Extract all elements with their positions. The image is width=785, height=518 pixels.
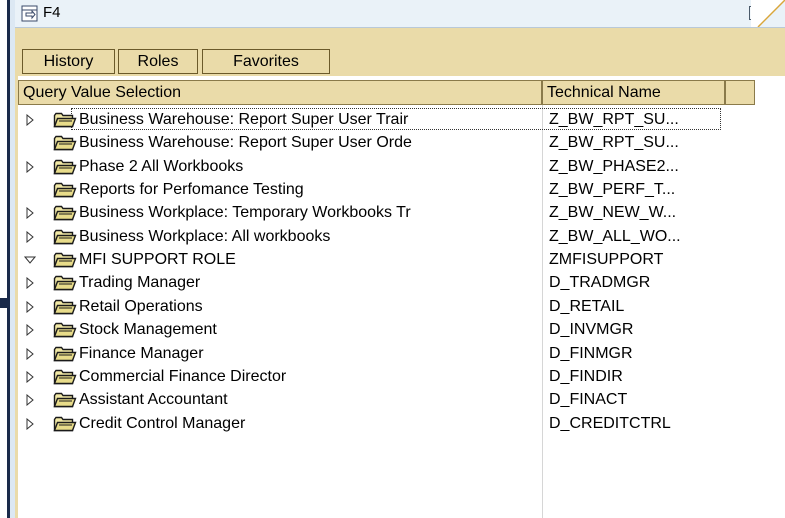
tree-row-technical-name: D_FINDIR xyxy=(549,367,623,385)
tree-row[interactable]: Phase 2 All Workbooks Z_BW_PHASE2... xyxy=(18,154,725,179)
tree-row-label[interactable]: Stock Management xyxy=(79,320,541,340)
tree-row-label[interactable]: Business Workplace: Temporary Workbooks … xyxy=(79,203,541,223)
tree-row-technical-name: D_FINACT xyxy=(549,391,628,409)
left-border-notch xyxy=(0,298,7,308)
tab-favorites[interactable]: Favorites xyxy=(202,49,330,74)
folder-icon xyxy=(53,134,77,151)
left-edge xyxy=(0,0,7,518)
tree-row-label[interactable]: Trading Manager xyxy=(79,273,541,293)
tree-row-label[interactable]: Credit Control Manager xyxy=(79,414,541,434)
tab-strip: History Roles Favorites xyxy=(18,41,785,76)
triangle-right-icon xyxy=(26,207,34,220)
tab-history[interactable]: History xyxy=(22,49,115,74)
triangle-down-icon xyxy=(23,256,37,264)
dialog-title-bar: F4 xyxy=(15,0,785,28)
expand-node-button[interactable] xyxy=(24,417,36,430)
tree-row-label[interactable]: Reports for Perfomance Testing xyxy=(79,180,541,200)
tree-row[interactable]: Retail Operations D_RETAIL xyxy=(18,294,725,319)
triangle-right-icon xyxy=(26,230,34,243)
triangle-right-icon xyxy=(26,347,34,360)
folder-icon xyxy=(53,251,77,268)
f4-help-icon xyxy=(21,5,38,22)
tree-row-label[interactable]: MFI SUPPORT ROLE xyxy=(79,250,541,270)
tree-row-technical-name: D_INVMGR xyxy=(549,321,634,339)
tree-row-label[interactable]: Retail Operations xyxy=(79,297,541,317)
tree-row-technical-name: Z_BW_RPT_SU... xyxy=(549,134,679,152)
tree-row-technical-name: D_FINMGR xyxy=(549,344,633,362)
triangle-right-icon xyxy=(26,277,34,290)
dialog-title: F4 xyxy=(43,4,61,21)
tree-row[interactable]: MFI SUPPORT ROLE ZMFISUPPORT xyxy=(18,247,725,272)
tree-row[interactable]: Assistant Accountant D_FINACT xyxy=(18,387,725,412)
expand-node-button[interactable] xyxy=(24,370,36,383)
expand-node-button[interactable] xyxy=(24,230,36,243)
folder-icon xyxy=(53,111,77,128)
table-header: Query Value Selection Technical Name xyxy=(18,80,762,105)
column-header-query-value-selection[interactable]: Query Value Selection xyxy=(18,80,542,105)
role-tree: Business Warehouse: Report Super User Tr… xyxy=(18,105,725,518)
tree-row-technical-name: D_CREDITCTRL xyxy=(549,414,671,432)
folder-icon xyxy=(53,391,77,408)
tree-row[interactable]: Stock Management D_INVMGR xyxy=(18,317,725,342)
folder-icon xyxy=(53,158,77,175)
collapse-node-button[interactable] xyxy=(23,253,37,265)
column-header-spacer xyxy=(725,80,755,105)
folder-icon xyxy=(53,228,77,245)
expand-node-button[interactable] xyxy=(24,393,36,407)
folder-icon xyxy=(53,415,77,432)
triangle-right-icon xyxy=(26,300,34,313)
triangle-right-icon xyxy=(26,394,34,407)
triangle-right-icon xyxy=(26,370,34,383)
tree-row-technical-name: Z_BW_ALL_WO... xyxy=(549,227,681,245)
expand-node-button[interactable] xyxy=(24,160,36,173)
tree-row[interactable]: Business Warehouse: Report Super User Tr… xyxy=(18,107,725,132)
column-header-technical-name[interactable]: Technical Name xyxy=(542,80,725,105)
expand-node-button[interactable] xyxy=(24,300,36,313)
tree-row-label[interactable]: Business Workplace: All workbooks xyxy=(79,227,541,247)
expand-node-button[interactable] xyxy=(24,323,36,337)
tree-row[interactable]: Business Workplace: Temporary Workbooks … xyxy=(18,200,725,225)
folder-icon xyxy=(53,181,77,198)
tree-row-technical-name: Z_BW_RPT_SU... xyxy=(549,111,679,128)
tree-row-label[interactable]: Business Warehouse: Report Super User Or… xyxy=(79,133,541,153)
triangle-right-icon xyxy=(26,324,34,337)
dialog-frame-top xyxy=(15,28,785,41)
tree-row-technical-name: Z_BW_NEW_W... xyxy=(549,204,677,222)
triangle-right-icon xyxy=(26,417,34,430)
folder-icon xyxy=(53,298,77,315)
folder-icon xyxy=(53,368,77,385)
tree-row-technical-name: Z_BW_PERF_T... xyxy=(549,181,676,199)
tree-row[interactable]: Finance Manager D_FINMGR xyxy=(18,341,725,366)
expand-node-button[interactable] xyxy=(24,113,36,127)
folder-icon xyxy=(53,321,77,338)
expand-node-button[interactable] xyxy=(24,206,36,220)
tree-row-label[interactable]: Phase 2 All Workbooks xyxy=(79,157,541,177)
tree-row[interactable]: Reports for Perfomance Testing Z_BW_PERF_… xyxy=(18,177,725,202)
tree-row-technical-name: D_RETAIL xyxy=(549,297,625,315)
tree-row-technical-name: D_TRADMGR xyxy=(549,274,651,292)
expand-node-button[interactable] xyxy=(24,276,36,290)
folder-icon xyxy=(53,345,77,362)
tree-row-label[interactable]: Finance Manager xyxy=(79,344,541,364)
folder-icon xyxy=(53,204,77,221)
triangle-right-icon xyxy=(26,160,34,173)
tree-row[interactable]: Credit Control Manager D_CREDITCTRL xyxy=(18,411,725,436)
tree-row[interactable]: Business Warehouse: Report Super User Or… xyxy=(18,130,725,155)
folder-icon xyxy=(53,274,77,291)
tree-row-label[interactable]: Business Warehouse: Report Super User Tr… xyxy=(79,110,541,130)
triangle-right-icon xyxy=(26,113,34,127)
tree-row[interactable]: Commercial Finance Director D_FINDIR xyxy=(18,364,725,389)
expand-node-button[interactable] xyxy=(24,347,36,360)
title-bar-corner xyxy=(751,0,785,27)
tree-row-label[interactable]: Assistant Accountant xyxy=(79,390,541,410)
tree-row[interactable]: Business Workplace: All workbooks Z_BW_AL… xyxy=(18,224,725,249)
tree-row-label[interactable]: Commercial Finance Director xyxy=(79,367,541,387)
tree-row-technical-name: ZMFISUPPORT xyxy=(549,251,664,269)
tree-row[interactable]: Trading Manager D_TRADMGR xyxy=(18,270,725,295)
tab-roles[interactable]: Roles xyxy=(118,49,198,74)
tree-row-technical-name: Z_BW_PHASE2... xyxy=(549,157,679,175)
